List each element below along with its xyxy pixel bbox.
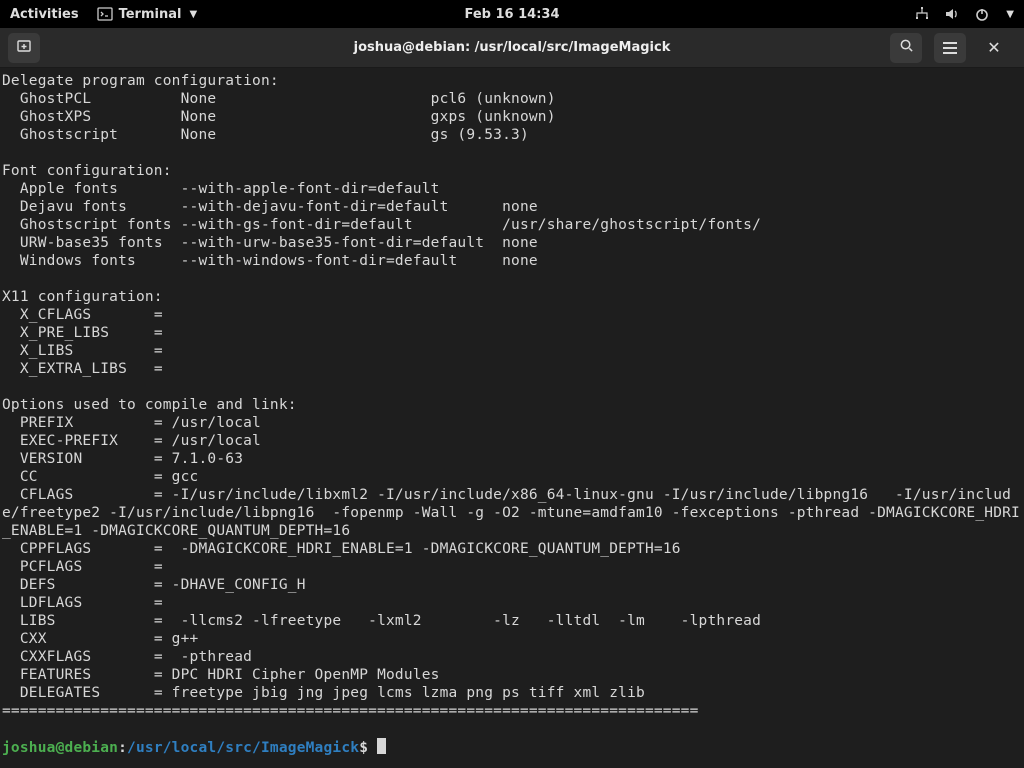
- terminal-output[interactable]: Delegate program configuration: GhostPCL…: [0, 68, 1024, 768]
- window-titlebar: joshua@debian: /usr/local/src/ImageMagic…: [0, 28, 1024, 68]
- close-button[interactable]: ✕: [978, 33, 1010, 63]
- chevron-down-icon[interactable]: ▼: [1006, 9, 1014, 20]
- close-icon: ✕: [987, 38, 1000, 57]
- prompt-line: joshua@debian:/usr/local/src/ImageMagick…: [2, 740, 386, 756]
- network-icon[interactable]: [914, 6, 930, 22]
- terminal-icon: [97, 6, 113, 22]
- clock[interactable]: Feb 16 14:34: [465, 7, 560, 22]
- power-icon[interactable]: [974, 6, 990, 22]
- activities-button[interactable]: Activities: [10, 7, 79, 22]
- menu-button[interactable]: [934, 33, 966, 63]
- app-menu[interactable]: Terminal ▼: [97, 6, 198, 22]
- chevron-down-icon: ▼: [189, 9, 197, 20]
- app-menu-label: Terminal: [119, 7, 182, 22]
- cursor: [377, 738, 386, 754]
- prompt-path: /usr/local/src/ImageMagick: [127, 740, 359, 756]
- prompt-user: joshua@debian: [2, 740, 118, 756]
- hamburger-icon: [943, 42, 957, 54]
- search-icon: [899, 38, 914, 57]
- prompt-dollar: $: [359, 740, 377, 756]
- window-title: joshua@debian: /usr/local/src/ImageMagic…: [354, 40, 671, 55]
- prompt-colon: :: [118, 740, 127, 756]
- gnome-top-panel: Activities Terminal ▼ Feb 16 14:34 ▼: [0, 0, 1024, 28]
- new-tab-icon: [16, 38, 32, 58]
- volume-icon[interactable]: [944, 6, 960, 22]
- search-button[interactable]: [890, 33, 922, 63]
- new-tab-button[interactable]: [8, 33, 40, 63]
